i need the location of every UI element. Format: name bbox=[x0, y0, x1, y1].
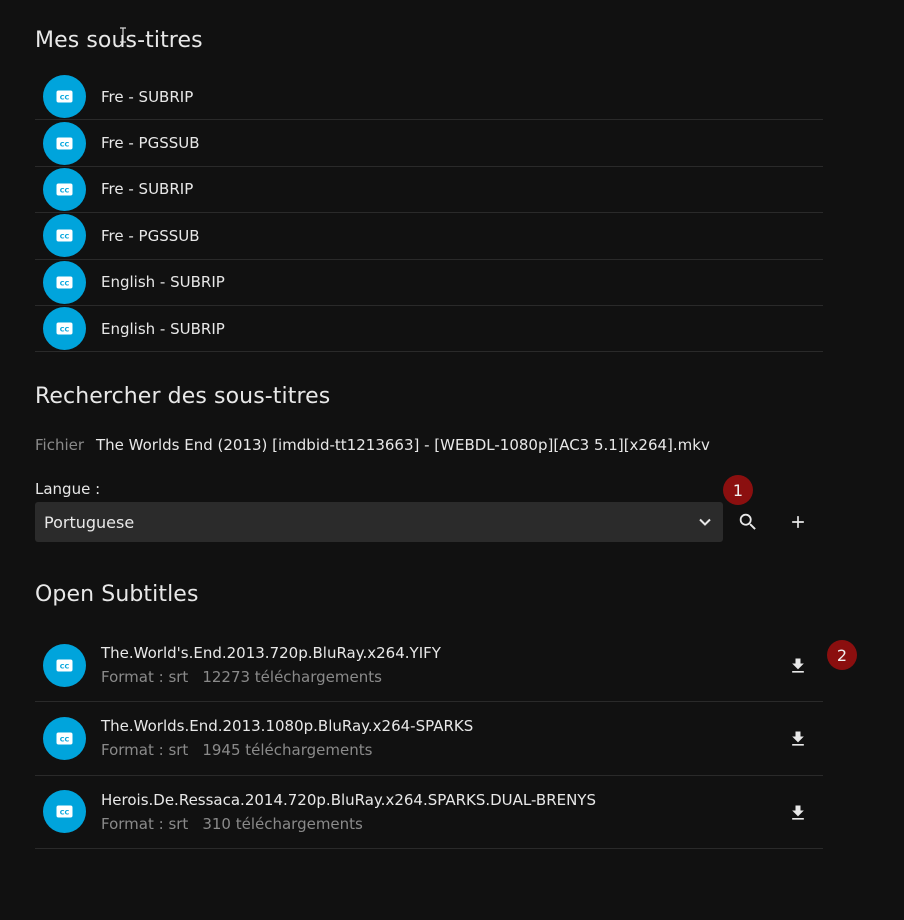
subtitle-row[interactable]: CC Fre - PGSSUB bbox=[35, 213, 823, 260]
subtitle-row[interactable]: CC Fre - SUBRIP bbox=[35, 74, 823, 121]
subtitle-row[interactable]: CC English - SUBRIP bbox=[35, 306, 823, 353]
chevron-down-icon bbox=[699, 518, 711, 526]
subtitle-label: Fre - SUBRIP bbox=[101, 180, 194, 199]
search-subtitles-title: Rechercher des sous-titres bbox=[35, 384, 331, 409]
language-select[interactable]: Portuguese bbox=[35, 502, 723, 542]
language-selected-value: Portuguese bbox=[44, 512, 135, 532]
result-format: Format : srt bbox=[101, 741, 189, 760]
closed-caption-icon: CC bbox=[43, 307, 86, 351]
download-button[interactable] bbox=[783, 798, 813, 828]
closed-caption-icon: CC bbox=[43, 121, 86, 165]
result-meta: Format : srt 310 téléchargements bbox=[101, 815, 596, 833]
annotation-marker-2: 2 bbox=[827, 640, 857, 670]
svg-text:CC: CC bbox=[60, 186, 70, 194]
plus-icon bbox=[792, 516, 804, 528]
svg-text:CC: CC bbox=[60, 233, 70, 241]
svg-text:CC: CC bbox=[60, 809, 70, 817]
result-row[interactable]: CC The.Worlds.End.2013.1080p.BluRay.x264… bbox=[35, 702, 823, 776]
subtitle-row[interactable]: CC Fre - PGSSUB bbox=[35, 120, 823, 167]
svg-text:CC: CC bbox=[60, 140, 70, 148]
closed-caption-icon: CC bbox=[43, 790, 86, 834]
result-text: The.Worlds.End.2013.1080p.BluRay.x264-SP… bbox=[101, 717, 473, 759]
svg-text:CC: CC bbox=[60, 662, 70, 670]
download-icon bbox=[792, 805, 804, 820]
result-name: The.World's.End.2013.720p.BluRay.x264.YI… bbox=[101, 644, 441, 663]
result-meta: Format : srt 12273 téléchargements bbox=[101, 668, 441, 686]
result-name: Herois.De.Ressaca.2014.720p.BluRay.x264.… bbox=[101, 790, 596, 809]
closed-caption-icon: CC bbox=[43, 167, 86, 211]
result-meta: Format : srt 1945 téléchargements bbox=[101, 741, 473, 759]
result-text: The.World's.End.2013.720p.BluRay.x264.YI… bbox=[101, 644, 441, 686]
result-name: The.Worlds.End.2013.1080p.BluRay.x264-SP… bbox=[101, 717, 474, 736]
download-button[interactable] bbox=[783, 724, 813, 754]
annotation-marker-1: 1 bbox=[723, 475, 753, 505]
download-button[interactable] bbox=[783, 651, 813, 681]
subtitle-label: English - SUBRIP bbox=[101, 273, 225, 292]
subtitle-label: Fre - PGSSUB bbox=[101, 226, 200, 245]
closed-caption-icon: CC bbox=[43, 75, 86, 119]
result-format: Format : srt bbox=[101, 814, 189, 833]
svg-text:CC: CC bbox=[60, 93, 70, 101]
result-format: Format : srt bbox=[101, 668, 189, 687]
svg-text:CC: CC bbox=[60, 735, 70, 743]
closed-caption-icon: CC bbox=[43, 716, 86, 760]
open-subtitles-title: Open Subtitles bbox=[35, 582, 199, 607]
result-downloads: 310 téléchargements bbox=[202, 814, 363, 833]
add-subtitle-button[interactable] bbox=[782, 506, 814, 538]
download-icon bbox=[792, 731, 804, 746]
search-button[interactable] bbox=[732, 506, 764, 538]
closed-caption-icon: CC bbox=[43, 643, 86, 687]
result-downloads: 1945 téléchargements bbox=[202, 741, 373, 760]
result-row[interactable]: CC Herois.De.Ressaca.2014.720p.BluRay.x2… bbox=[35, 776, 823, 849]
closed-caption-icon: CC bbox=[43, 214, 86, 258]
subtitle-manager-page: Mes sous-titres CC Fre - SUBRIP CC Fre -… bbox=[0, 0, 904, 920]
my-subtitles-title: Mes sous-titres bbox=[35, 28, 203, 53]
subtitle-row[interactable]: CC Fre - SUBRIP bbox=[35, 167, 823, 214]
download-icon bbox=[792, 658, 804, 673]
search-icon bbox=[739, 513, 756, 530]
file-label: Fichier bbox=[35, 436, 85, 454]
subtitle-row[interactable]: CC English - SUBRIP bbox=[35, 260, 823, 306]
svg-text:CC: CC bbox=[60, 279, 70, 287]
result-row[interactable]: CC The.World's.End.2013.720p.BluRay.x264… bbox=[35, 629, 823, 703]
subtitle-label: Fre - SUBRIP bbox=[101, 87, 194, 106]
closed-caption-icon: CC bbox=[43, 260, 86, 304]
subtitle-label: English - SUBRIP bbox=[101, 319, 225, 338]
language-label: Langue : bbox=[35, 480, 101, 498]
open-subtitles-results: CC The.World's.End.2013.720p.BluRay.x264… bbox=[35, 629, 823, 849]
result-downloads: 12273 téléchargements bbox=[202, 668, 382, 687]
subtitle-label: Fre - PGSSUB bbox=[101, 134, 200, 153]
file-name: The Worlds End (2013) [imdbid-tt1213663]… bbox=[96, 436, 710, 454]
my-subtitles-list: CC Fre - SUBRIP CC Fre - PGSSUB CC Fre -… bbox=[35, 74, 823, 353]
result-text: Herois.De.Ressaca.2014.720p.BluRay.x264.… bbox=[101, 791, 596, 833]
file-info: Fichier The Worlds End (2013) [imdbid-tt… bbox=[35, 436, 710, 454]
svg-text:CC: CC bbox=[60, 325, 70, 333]
